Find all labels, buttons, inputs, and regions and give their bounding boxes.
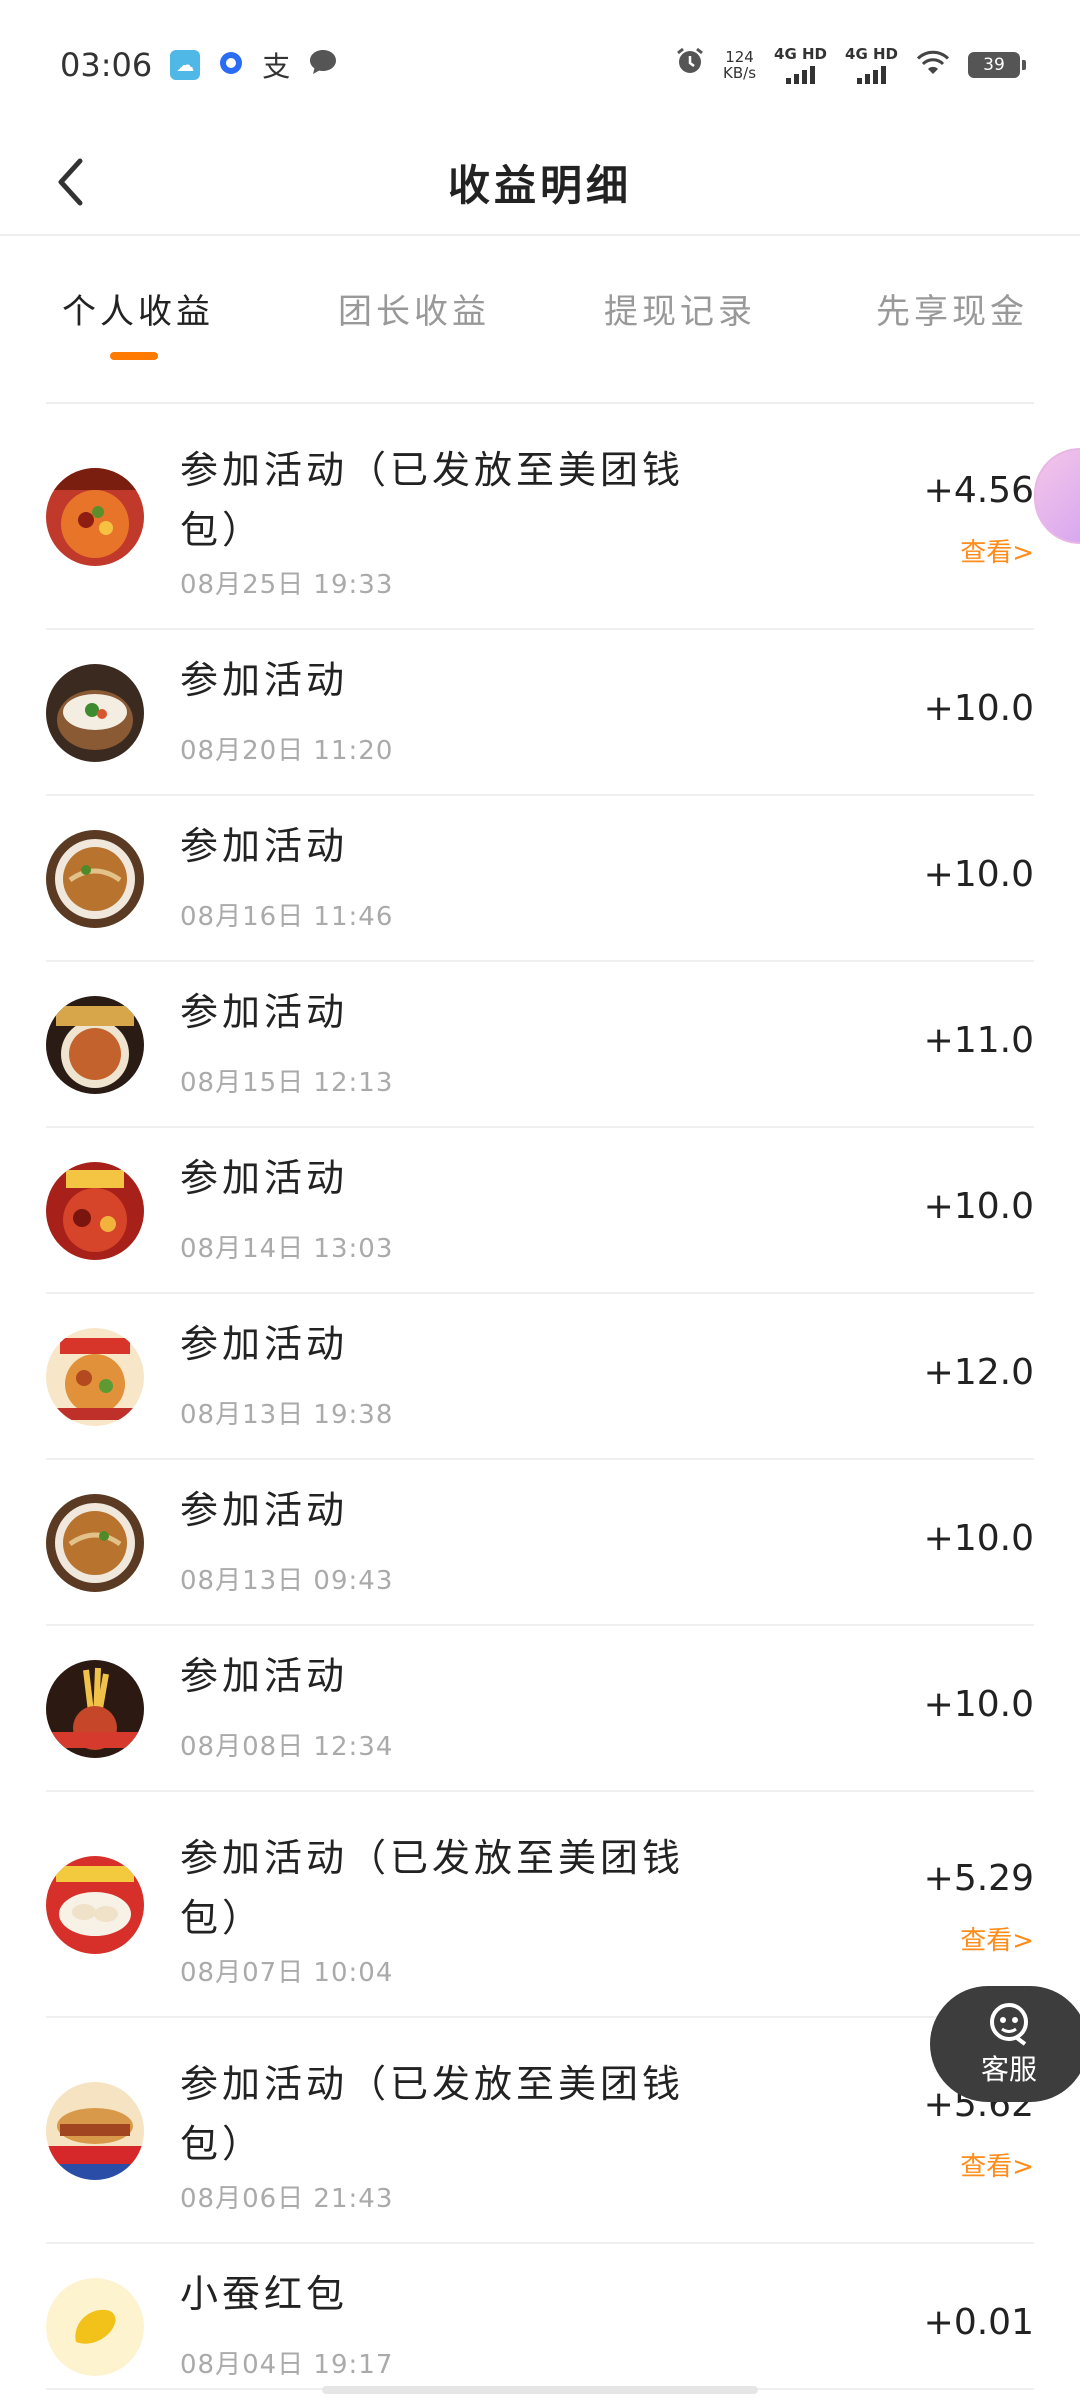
earnings-list: 参加活动（已发放至美团钱包） 08月25日 19:33 +4.56 查看> 参加… <box>0 404 1080 2390</box>
list-item[interactable]: 小蚕红包 08月04日 19:17 +0.01 <box>0 2244 1080 2390</box>
back-button[interactable] <box>38 150 102 214</box>
record-time: 08月08日 12:34 <box>180 1732 394 1762</box>
food-thumbnail <box>46 1856 144 1954</box>
network-speed-unit: KB/s <box>723 64 757 82</box>
record-amount: +10.0 <box>923 1186 1034 1227</box>
signal-1: 4G HD <box>774 46 827 84</box>
customer-service-button[interactable]: 客服 <box>930 1986 1080 2102</box>
record-time: 08月07日 10:04 <box>180 1958 394 1988</box>
record-amount: +0.01 <box>923 2302 1034 2343</box>
signal-bars-icon <box>857 62 886 84</box>
list-item[interactable]: 参加活动（已发放至美团钱包） 08月25日 19:33 +4.56 查看> <box>0 404 1080 630</box>
view-link[interactable]: 查看> <box>960 1920 1034 1957</box>
record-title: 参加活动 <box>180 824 349 868</box>
food-thumbnail <box>46 1494 144 1592</box>
record-amount: +10.0 <box>923 854 1034 895</box>
record-time: 08月16日 11:46 <box>180 902 394 932</box>
food-thumbnail <box>46 830 144 928</box>
record-time: 08月15日 12:13 <box>180 1068 394 1098</box>
record-title: 参加活动（已发放至美团钱包） <box>180 2062 685 2166</box>
record-amount: +12.0 <box>923 1352 1034 1393</box>
tab-prepaid-cash[interactable]: 先享现金 <box>876 284 1028 333</box>
tab-personal-earnings[interactable]: 个人收益 <box>62 284 214 333</box>
status-bar: 03:06 ☁ 支 124 KB/s 4G HD 4G HD 39 <box>0 0 1080 130</box>
page: 03:06 ☁ 支 124 KB/s 4G HD 4G HD 39 收益明细 个… <box>0 0 1080 2400</box>
list-item[interactable]: 参加活动 08月08日 12:34 +10.0 <box>0 1626 1080 1792</box>
chevron-left-icon <box>58 158 83 206</box>
sky-icon: ☁ <box>170 50 201 80</box>
record-amount: +5.29 <box>923 1858 1034 1899</box>
status-bar-right: 124 KB/s 4G HD 4G HD 39 <box>675 46 1026 84</box>
tab-bar: 个人收益 团长收益 提现记录 先享现金 <box>0 236 1080 366</box>
tab-leader-earnings[interactable]: 团长收益 <box>338 284 490 333</box>
signal-bars-icon <box>786 62 816 84</box>
silkworm-logo-icon <box>46 2278 144 2376</box>
record-title: 参加活动（已发放至美团钱包） <box>180 1836 685 1940</box>
food-thumbnail <box>46 996 144 1094</box>
record-amount: +4.56 <box>923 470 1034 511</box>
food-thumbnail <box>46 1660 144 1758</box>
list-item[interactable]: 参加活动 08月16日 11:46 +10.0 <box>0 796 1080 962</box>
list-item[interactable]: 参加活动 08月20日 11:20 +10.0 <box>0 630 1080 796</box>
record-title: 参加活动 <box>180 1156 349 1200</box>
record-amount: +10.0 <box>923 688 1034 729</box>
blue-dot-icon <box>218 46 244 84</box>
record-amount: +11.0 <box>923 1020 1034 1061</box>
record-title: 参加活动（已发放至美团钱包） <box>180 448 685 552</box>
list-item[interactable]: 参加活动 08月13日 19:38 +12.0 <box>0 1294 1080 1460</box>
food-thumbnail <box>46 2082 144 2180</box>
record-amount: +10.0 <box>923 1684 1034 1725</box>
record-title: 参加活动 <box>180 1654 349 1698</box>
record-title: 参加活动 <box>180 990 349 1034</box>
status-time: 03:06 <box>60 46 153 84</box>
alipay-icon: 支 <box>262 50 291 83</box>
customer-service-label: 客服 <box>980 2053 1037 2086</box>
list-item[interactable]: 参加活动（已发放至美团钱包） 08月07日 10:04 +5.29 查看> <box>0 1792 1080 2018</box>
active-tab-indicator <box>110 352 158 360</box>
alarm-icon <box>675 46 705 84</box>
food-thumbnail <box>46 664 144 762</box>
net-type-1: 4G HD <box>774 45 828 63</box>
record-title: 小蚕红包 <box>180 2272 349 2316</box>
record-time: 08月13日 19:38 <box>180 1400 394 1430</box>
food-thumbnail <box>46 1162 144 1260</box>
list-item[interactable]: 参加活动 08月13日 09:43 +10.0 <box>0 1460 1080 1626</box>
view-link[interactable]: 查看> <box>960 532 1034 569</box>
record-time: 08月25日 19:33 <box>180 570 394 600</box>
header: 收益明细 <box>0 130 1080 236</box>
network-speed: 124 KB/s <box>723 49 756 81</box>
list-item[interactable]: 参加活动 08月15日 12:13 +11.0 <box>0 962 1080 1128</box>
record-title: 参加活动 <box>180 1322 349 1366</box>
record-time: 08月04日 19:17 <box>180 2350 394 2380</box>
tab-withdrawal-records[interactable]: 提现记录 <box>604 284 756 333</box>
food-thumbnail <box>46 1328 144 1426</box>
chat-bubble-icon <box>308 46 338 84</box>
wifi-icon <box>916 46 950 84</box>
record-time: 08月20日 11:20 <box>180 736 394 766</box>
headset-face-icon <box>990 2003 1028 2046</box>
list-item[interactable]: 参加活动 08月14日 13:03 +10.0 <box>0 1128 1080 1294</box>
list-item[interactable]: 参加活动（已发放至美团钱包） 08月06日 21:43 +5.62 查看> <box>0 2018 1080 2244</box>
status-bar-left: 03:06 ☁ 支 <box>60 45 338 85</box>
record-title: 参加活动 <box>180 658 349 702</box>
view-link[interactable]: 查看> <box>960 2146 1034 2183</box>
food-thumbnail <box>46 468 144 566</box>
record-title: 参加活动 <box>180 1488 349 1532</box>
page-title: 收益明细 <box>447 160 632 210</box>
signal-2: 4G HD <box>845 46 898 84</box>
record-amount: +10.0 <box>923 1518 1034 1559</box>
record-time: 08月13日 09:43 <box>180 1566 394 1596</box>
home-indicator[interactable] <box>322 2386 758 2394</box>
battery-level: 39 <box>983 55 1005 75</box>
net-type-2: 4G HD <box>845 45 898 63</box>
battery-icon: 39 <box>968 52 1026 78</box>
record-time: 08月06日 21:43 <box>180 2184 394 2214</box>
record-time: 08月14日 13:03 <box>180 1234 394 1264</box>
